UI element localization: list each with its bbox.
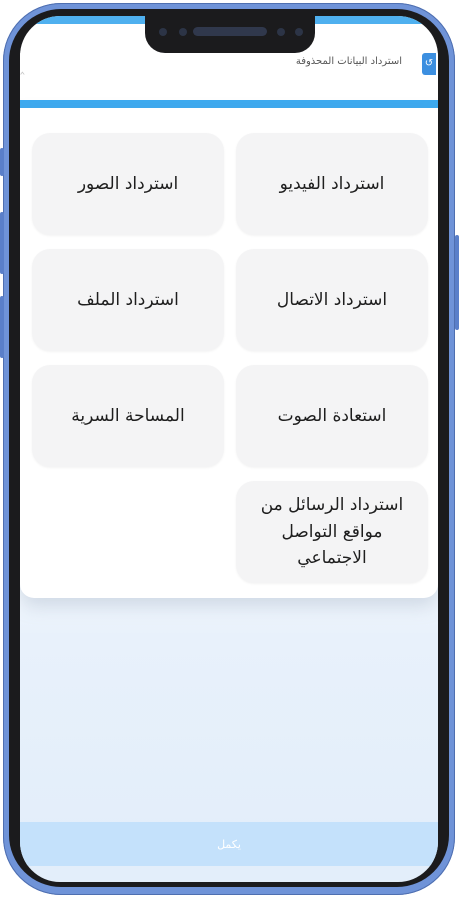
tile-label: استرداد الاتصال [276,289,388,310]
app-header: ‸ استرداد البيانات المحذوفة ↺ [20,53,438,101]
tile-label: استرداد الرسائل من مواقع التواصل الاجتما… [260,495,404,569]
tile-social-messages-recovery[interactable]: استرداد الرسائل من مواقع التواصل الاجتما… [236,481,428,583]
tile-label: استرداد الصور [77,173,179,194]
tile-label: استرداد الفيديو [279,173,385,194]
header-accent-bar [20,100,438,108]
tile-label: استعادة الصوت [277,405,387,426]
app-screen: ‸ استرداد البيانات المحذوفة ↺ استرداد ال… [20,16,438,882]
proximity-sensor-icon [277,28,285,36]
side-button-power [455,235,459,330]
tile-contact-recovery[interactable]: استرداد الاتصال [236,249,428,351]
app-icon: ↺ [422,53,436,75]
chevron-up-icon[interactable]: ‸ [20,59,25,75]
tile-file-recovery[interactable]: استرداد الملف [32,249,224,351]
face-sensor-icon [295,28,303,36]
front-sensor-icon [179,28,187,36]
continue-button[interactable]: يكمل [20,822,438,866]
tile-label: استرداد الملف [77,289,179,310]
recovery-options-panel: استرداد الفيديو استرداد الصور استرداد ال… [20,108,438,598]
tile-audio-recovery[interactable]: استعادة الصوت [236,365,428,467]
tile-secret-space[interactable]: المساحة السرية [32,365,224,467]
side-button-volume-down [0,296,4,358]
page-title: استرداد البيانات المحذوفة [295,56,402,67]
tile-video-recovery[interactable]: استرداد الفيديو [236,133,428,235]
notch [145,16,315,53]
earpiece-speaker [193,27,267,36]
tile-label: المساحة السرية [71,405,185,426]
continue-button-label: يكمل [217,837,241,851]
side-button-silent [0,148,4,176]
tile-photo-recovery[interactable]: استرداد الصور [32,133,224,235]
front-camera-icon [159,28,167,36]
side-button-volume-up [0,212,4,274]
